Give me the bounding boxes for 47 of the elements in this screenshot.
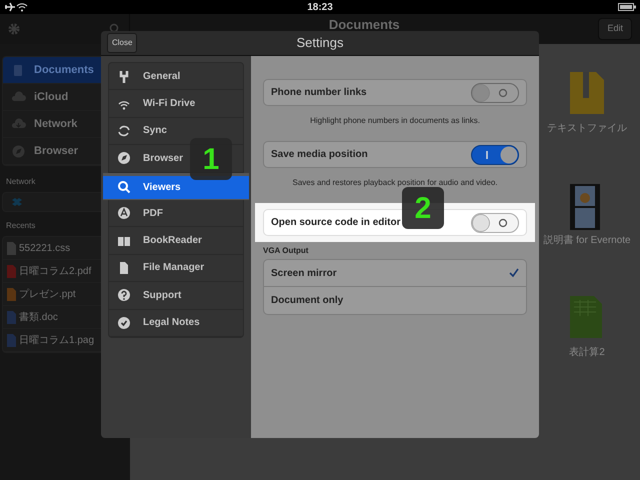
category-item[interactable]: File Manager [109, 254, 243, 282]
category-item[interactable]: Legal Notes [109, 310, 243, 337]
box-icon [11, 197, 23, 207]
category-item[interactable]: Support [109, 282, 243, 310]
dialog-title: Settings [296, 34, 344, 52]
toolbar-title: Documents [328, 16, 401, 34]
setting-row: Save media position [263, 141, 527, 168]
close-button[interactable]: Close [107, 33, 138, 53]
file-icon [7, 264, 16, 278]
wifi-icon [16, 2, 28, 12]
section-header: Network [5, 176, 36, 188]
compass-icon [11, 144, 26, 158]
section-header: Recents [5, 220, 36, 232]
file-icon [7, 242, 16, 254]
option-row[interactable]: Document only [264, 287, 526, 314]
file-icon [7, 288, 16, 300]
file-icon [7, 334, 16, 346]
question-icon [117, 288, 131, 302]
row-footnote: Highlight phone numbers in documents as links. [309, 115, 481, 127]
category-item[interactable]: BookReader [109, 227, 243, 255]
file-icon [7, 310, 16, 324]
category-item[interactable]: Wi-Fi Drive [109, 90, 243, 118]
search-icon [117, 180, 131, 194]
status-time: 18:23 [307, 0, 333, 14]
toggle-switch[interactable] [471, 82, 519, 102]
category-item[interactable]: Viewers [103, 172, 249, 200]
option-row[interactable]: Screen mirror [264, 260, 526, 287]
compass-icon [117, 151, 131, 166]
file-name: 説明書 for Evernote [543, 234, 631, 248]
file-name: 表計算2 [569, 346, 605, 360]
file-name: テキストファイル [547, 122, 627, 136]
category-item[interactable]: PDF [109, 200, 243, 228]
toggle-switch[interactable] [471, 212, 519, 232]
setting-row: Phone number links [263, 79, 527, 106]
step-number: 1 [190, 138, 232, 180]
row-footnote: Saves and restores playback position for audio and video. [291, 177, 498, 189]
battery-icon [618, 3, 636, 11]
checkmark-icon [117, 316, 131, 330]
section-header: VGA Output [263, 245, 310, 257]
pdf-icon [117, 206, 131, 220]
toggle-switch[interactable] [471, 144, 519, 164]
wrench-icon [117, 69, 131, 84]
sync-icon [117, 124, 131, 138]
category-item[interactable]: General [109, 63, 243, 90]
settings-icon[interactable] [8, 23, 20, 35]
edit-button[interactable]: Edit [598, 18, 632, 40]
airplane-icon [4, 2, 16, 12]
